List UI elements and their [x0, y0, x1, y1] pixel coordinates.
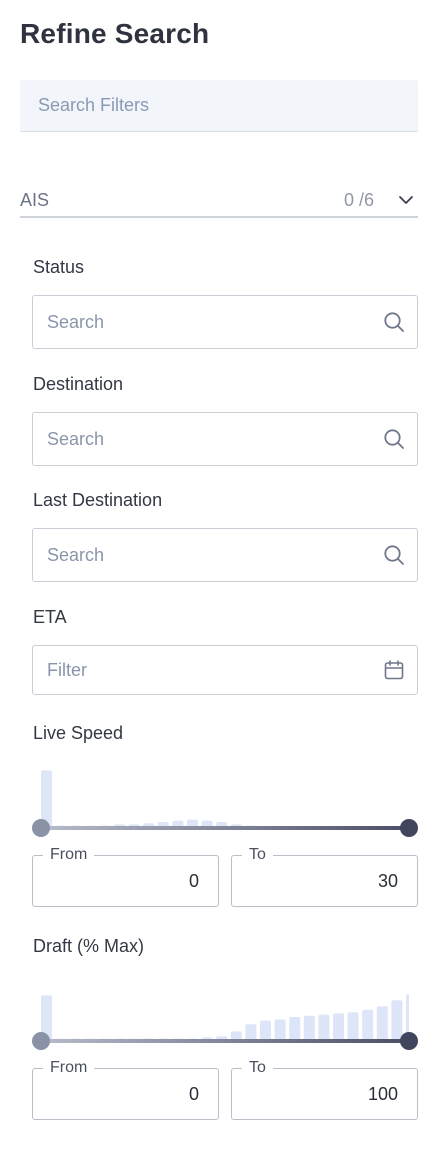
status-search-input[interactable] [33, 296, 417, 348]
live-speed-label: Live Speed [33, 723, 124, 743]
section-name: AIS [20, 190, 50, 210]
destination-search-input[interactable] [33, 413, 417, 465]
live-speed-slider[interactable] [32, 818, 418, 838]
status-label: Status [33, 257, 85, 277]
eta-label: ETA [33, 607, 67, 627]
ais-section-header[interactable]: AIS 0 /6 [20, 182, 418, 218]
last-destination-label: Last Destination [33, 490, 163, 510]
search-icon[interactable] [383, 428, 405, 450]
draft-label: Draft (% Max) [33, 936, 145, 956]
chevron-down-icon[interactable] [398, 194, 414, 206]
filter-search-input[interactable] [20, 80, 418, 131]
search-icon[interactable] [383, 311, 405, 333]
eta-filter-input[interactable] [33, 646, 417, 694]
draft-to-label: To [242, 1058, 273, 1078]
last-destination-search-box[interactable] [32, 528, 418, 582]
page-title: Refine Search [20, 18, 210, 49]
live-speed-to-field[interactable]: To [231, 845, 418, 907]
draft-max-handle[interactable] [400, 1032, 418, 1050]
status-search-box[interactable] [32, 295, 418, 349]
eta-filter-box[interactable] [32, 645, 418, 695]
filter-search-box[interactable] [20, 80, 418, 132]
last-destination-search-input[interactable] [33, 529, 417, 581]
calendar-icon[interactable] [383, 659, 405, 681]
draft-to-field[interactable]: To [231, 1058, 418, 1120]
draft-from-field[interactable]: From [32, 1058, 219, 1120]
live-speed-to-label: To [242, 845, 273, 865]
live-speed-max-handle[interactable] [400, 819, 418, 837]
destination-label: Destination [33, 374, 124, 394]
section-count: 0 /6 [343, 190, 374, 210]
live-speed-track[interactable] [40, 826, 410, 830]
draft-slider[interactable] [32, 1031, 418, 1051]
live-speed-min-handle[interactable] [32, 819, 50, 837]
draft-min-handle[interactable] [32, 1032, 50, 1050]
live-speed-from-label: From [43, 845, 95, 865]
destination-search-box[interactable] [32, 412, 418, 466]
live-speed-from-field[interactable]: From [32, 845, 219, 907]
draft-from-label: From [43, 1058, 95, 1078]
draft-track[interactable] [40, 1039, 410, 1043]
search-icon[interactable] [383, 544, 405, 566]
